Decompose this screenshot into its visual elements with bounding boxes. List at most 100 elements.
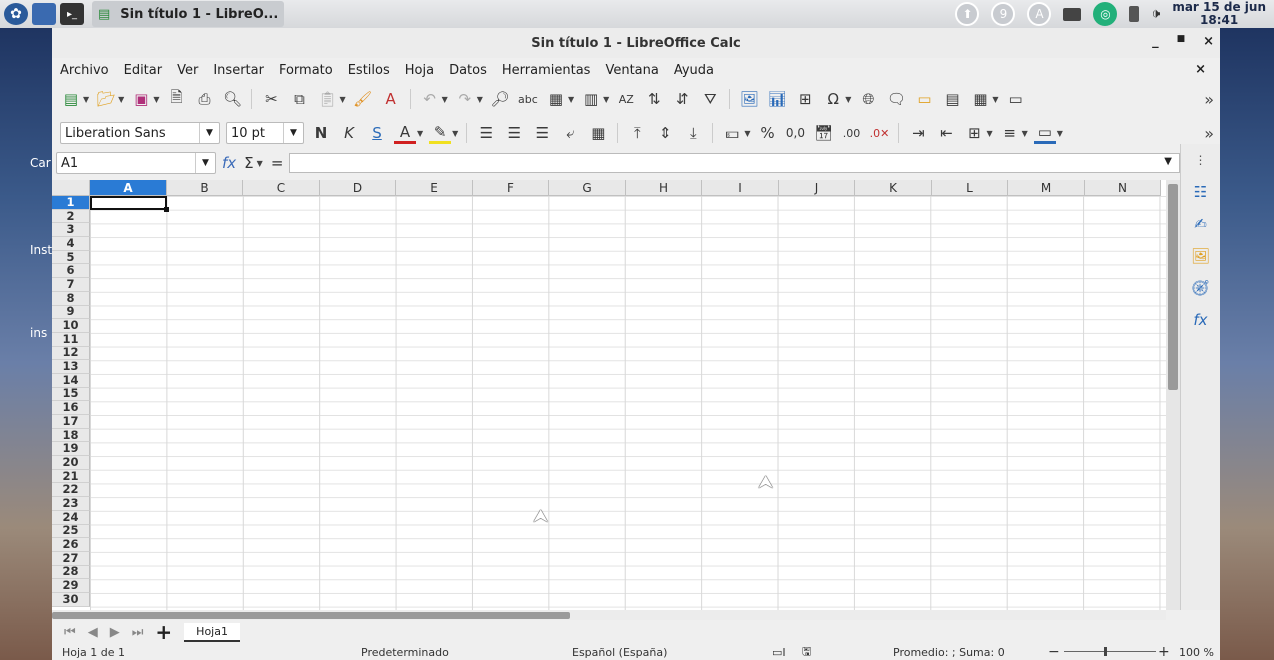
scrollbar-thumb[interactable] [1168,184,1178,390]
chevron-down-icon[interactable]: ▼ [1022,129,1028,138]
sort-ascending-icon[interactable]: ⇅ [643,88,665,110]
scrollbar-thumb[interactable] [52,612,570,619]
chevron-down-icon[interactable]: ▼ [118,95,124,104]
language[interactable]: Español (España) [572,646,667,659]
title-bar[interactable]: Sin título 1 - LibreOffice Calc _ ■ × [52,28,1220,58]
font-size-combo[interactable]: 10 pt ▼ [226,122,304,144]
clear-formatting-icon[interactable]: A [380,88,402,110]
properties-icon[interactable]: ☷ [1189,182,1213,202]
row-header[interactable]: 29 [52,579,90,593]
row-header[interactable]: 4 [52,237,90,251]
navigator-icon[interactable]: 🧭︎ [1189,278,1213,298]
column-header[interactable]: H [626,180,702,196]
menu-insertar[interactable]: Insertar [213,63,264,78]
clock[interactable]: mar 15 de jun 18:41 [1172,1,1266,27]
functions-icon[interactable]: fx [1189,310,1213,330]
border-style-icon[interactable]: ≡ [999,122,1021,144]
cell-cursor[interactable] [90,196,169,212]
percent-format-icon[interactable]: % [756,122,778,144]
column-header[interactable]: E [396,180,473,196]
menu-herramientas[interactable]: Herramientas [502,63,591,78]
menu-datos[interactable]: Datos [449,63,487,78]
zoom-slider-thumb[interactable] [1104,647,1107,656]
chevron-down-icon[interactable]: ▼ [195,153,215,173]
open-icon[interactable]: 📂︎ [95,88,117,110]
sidebar-menu-icon[interactable]: ⋮ [1189,150,1213,170]
tray-badge[interactable]: 9 [991,2,1016,26]
cell-area[interactable] [90,196,1166,610]
undo-icon[interactable]: ↶ [419,88,441,110]
chevron-down-icon[interactable]: ▼ [442,95,448,104]
column-header[interactable]: M [1008,180,1085,196]
italic-icon[interactable]: K [338,122,360,144]
chevron-down-icon[interactable]: ▼ [452,129,458,138]
close-document-icon[interactable]: × [1195,62,1206,77]
cut-icon[interactable]: ✂ [260,88,282,110]
date-format-icon[interactable]: 📅︎ [812,122,834,144]
first-sheet-icon[interactable]: ⏮ [64,625,76,640]
spreadsheet-grid[interactable]: A B C D E F G H I J K L M N 1 2 3 4 5 6 7 8 9 10 1… [52,180,1166,610]
split-window-icon[interactable]: ▭ [1005,88,1027,110]
horizontal-scrollbar[interactable] [52,610,1166,620]
new-icon[interactable]: ▤ [60,88,82,110]
upload-icon[interactable]: ⬆ [955,2,980,26]
menu-ventana[interactable]: Ventana [605,63,658,78]
column-header[interactable]: K [855,180,932,196]
add-decimal-icon[interactable]: .00 [840,122,862,144]
align-bottom-icon[interactable]: ⤓ [682,122,704,144]
menu-hoja[interactable]: Hoja [405,63,434,78]
export-pdf-icon[interactable]: 🗎 [165,88,187,110]
name-box[interactable]: A1 ▼ [56,152,216,174]
close-button[interactable]: × [1203,34,1214,49]
zoom-in-icon[interactable]: + [1158,644,1170,660]
redo-icon[interactable]: ↷ [454,88,476,110]
app-menu-icon[interactable]: ✿ [4,3,28,25]
column-icon[interactable]: ▥ [580,88,602,110]
chevron-down-icon[interactable]: ▼ [283,123,303,143]
chevron-down-icon[interactable]: ▼ [417,129,423,138]
row-header[interactable]: 1 [52,196,90,210]
row-header[interactable]: 19 [52,442,90,457]
menu-archivo[interactable]: Archivo [60,63,109,78]
sum-icon[interactable]: Σ [244,154,253,172]
autofilter-icon[interactable]: ⛛ [699,88,721,110]
copy-icon[interactable]: ⧉ [288,88,310,110]
desktop-label[interactable]: Inst [30,243,52,257]
chevron-down-icon[interactable]: ▼ [339,95,345,104]
bold-icon[interactable]: N [310,122,332,144]
chevron-down-icon[interactable]: ▼ [986,129,992,138]
row-header[interactable]: 17 [52,415,90,429]
underline-icon[interactable]: S [366,122,388,144]
spelling-icon[interactable]: abc [517,88,539,110]
select-all-corner[interactable] [52,180,90,196]
clone-formatting-icon[interactable]: 🖌︎ [352,88,374,110]
keyboard-layout-icon[interactable]: A [1027,2,1052,26]
sum-status[interactable]: Promedio: ; Suma: 0 [893,646,1005,659]
row-header[interactable]: 13 [52,360,90,374]
comment-icon[interactable]: 🗨︎ [885,88,907,110]
gallery-icon[interactable]: 🖼︎ [1189,246,1213,266]
highlight-color-icon[interactable]: ✎ [429,122,452,144]
prev-sheet-icon[interactable]: ◀ [88,625,98,640]
print-preview-icon[interactable]: 🔍︎ [221,88,243,110]
save-icon[interactable]: ▣ [130,88,152,110]
chevron-down-icon[interactable]: ▼ [153,95,159,104]
font-name-combo[interactable]: Liberation Sans ▼ [60,122,220,144]
sort-descending-icon[interactable]: ⇵ [671,88,693,110]
zoom-out-icon[interactable]: − [1048,644,1060,660]
print-icon[interactable]: ⎙ [193,88,215,110]
next-sheet-icon[interactable]: ▶ [110,625,120,640]
chevron-down-icon[interactable]: ▼ [744,129,750,138]
header-footer-icon[interactable]: ▭ [913,88,935,110]
zoom-level[interactable]: 100 % [1179,646,1214,659]
column-header[interactable]: B [167,180,243,196]
desktop-label[interactable]: ins [30,326,47,340]
page-style[interactable]: Predeterminado [361,646,449,659]
volume-icon[interactable]: 🕩 [1151,6,1160,22]
vpn-icon[interactable]: ◎ [1093,2,1118,26]
align-top-icon[interactable]: ⤒ [626,122,648,144]
column-header[interactable]: J [779,180,855,196]
align-center-icon[interactable]: ☰ [503,122,525,144]
currency-format-icon[interactable]: 💵︎ [721,122,743,144]
chevron-down-icon[interactable]: ▼ [603,95,609,104]
